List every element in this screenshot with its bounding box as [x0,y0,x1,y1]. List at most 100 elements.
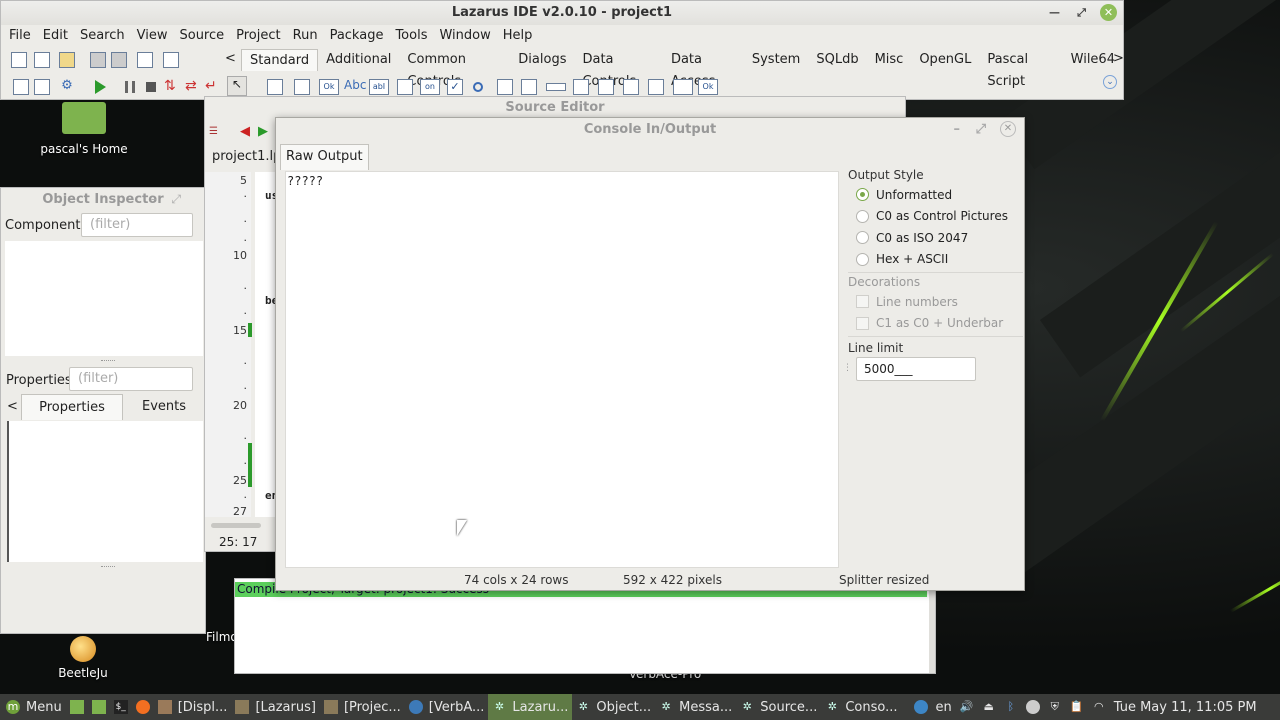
toggle-view-icon[interactable] [34,79,50,95]
editor-menu-icon[interactable]: ☰ [209,126,218,137]
menu-run[interactable]: Run [287,25,324,47]
task-project-folder[interactable]: [Projec... [320,694,405,720]
tradiobutton-icon[interactable] [473,82,483,92]
save-all-icon[interactable] [111,52,127,68]
radio-c0-iso-2047[interactable]: C0 as ISO 2047 [848,227,1023,249]
launcher-firefox[interactable] [132,694,154,720]
desktop-icon-home[interactable]: pascal's Home [40,102,128,162]
build-icon[interactable]: ⚙ [59,79,75,95]
tray-vpn[interactable] [1022,694,1044,720]
tab-events[interactable]: Events [125,394,203,420]
tab-pascal-script[interactable]: Pascal Script [979,49,1062,89]
tab-sqldb[interactable]: SQLdb [808,49,866,71]
tpanel-icon[interactable] [648,79,664,95]
tedit-icon[interactable]: abI [369,79,389,95]
tabs-scroll-left-icon[interactable]: < [7,399,18,414]
palette-scroll-left-icon[interactable]: < [225,51,236,66]
task-lazarus-folder[interactable]: [Lazarus] [231,694,320,720]
save-icon[interactable] [90,52,106,68]
checkbox-line-numbers[interactable]: Line numbers [848,291,1023,313]
desktop-icon-beetleju[interactable]: BeetleJu [50,636,116,680]
new-form-icon[interactable] [34,52,50,68]
tab-dialogs[interactable]: Dialogs [510,49,574,71]
code-area[interactable]: us be en [255,172,278,517]
menu-help[interactable]: Help [497,25,539,47]
menu-tools[interactable]: Tools [389,25,433,47]
selection-tool-icon[interactable]: ↖ [227,76,247,96]
maximize-button[interactable]: ⤢ [1073,4,1090,21]
close-button[interactable]: ✕ [1100,4,1117,21]
tpopupmenu-icon[interactable] [294,79,310,95]
console-output-area[interactable]: ????? [285,171,839,568]
run-icon[interactable] [95,80,106,94]
step-out-icon[interactable]: ↵ [205,78,217,94]
menu-window[interactable]: Window [433,25,496,47]
radio-unformatted[interactable]: Unformatted [848,184,1023,206]
splitter-handle[interactable] [101,360,115,362]
tab-data-access[interactable]: Data Access [663,49,744,89]
maximize-button[interactable]: ⤢ [976,118,986,142]
tab-properties[interactable]: Properties [21,394,123,420]
open-icon[interactable] [59,52,75,68]
view-units-icon[interactable] [163,52,179,68]
tray-chrome[interactable] [910,694,932,720]
tlabel-icon[interactable]: Abc [344,78,366,92]
menu-edit[interactable]: Edit [37,25,74,47]
menu-search[interactable]: Search [74,25,131,47]
forward-arrow-icon[interactable]: ▶ [258,124,268,139]
close-button[interactable]: ✕ [1000,121,1016,137]
tcheckbox-icon[interactable]: ✓ [447,79,463,95]
tray-volume[interactable]: 🔊 [956,694,978,720]
tcombobox-icon[interactable] [521,79,537,95]
tray-clock[interactable]: Tue May 11, 11:05 PM [1110,694,1263,720]
tmainmenu-icon[interactable] [267,79,283,95]
back-arrow-icon[interactable]: ◀ [240,124,250,139]
step-over-icon[interactable]: ⇄ [185,78,197,94]
tlistbox-icon[interactable] [497,79,513,95]
task-lazarus-ide[interactable]: ✲ Lazaru... [488,694,573,720]
show-desktop-button[interactable] [66,694,88,720]
task-display[interactable]: [Displ... [154,694,232,720]
line-limit-input[interactable]: 5000___ [856,357,976,381]
maximize-button[interactable]: ⤢ [171,192,181,207]
tray-update-shield[interactable]: ⛨ [1044,694,1066,720]
menu-package[interactable]: Package [324,25,390,47]
tscrollbar-icon[interactable] [546,83,566,91]
tray-bluetooth[interactable]: ᛒ [1000,694,1022,720]
tframe-icon[interactable] [673,79,693,95]
tmemo-icon[interactable] [397,79,413,95]
component-tree[interactable] [5,241,203,356]
minimize-button[interactable]: – [954,118,961,142]
menu-file[interactable]: File [3,25,37,47]
tab-opengl[interactable]: OpenGL [911,49,979,71]
tcheckgroup-icon[interactable] [623,79,639,95]
start-menu-button[interactable]: m Menu [0,694,66,720]
tab-system[interactable]: System [744,49,808,71]
components-filter-input[interactable]: (filter) [81,213,193,237]
toggle-form-icon[interactable] [137,52,153,68]
tray-keyboard-layout[interactable]: en [932,694,956,720]
task-source-editor[interactable]: ✲ Source... [736,694,821,720]
launcher-files[interactable] [88,694,110,720]
radio-c0-control-pictures[interactable]: C0 as Control Pictures [848,206,1023,228]
radio-hex-ascii[interactable]: Hex + ASCII [848,249,1023,271]
pause-icon[interactable] [125,81,135,93]
stop-icon[interactable] [146,82,156,92]
tab-raw-output[interactable]: Raw Output [280,144,369,170]
checkbox-c1-as-c0[interactable]: C1 as C0 + Underbar [848,313,1023,335]
messages-vscrollbar[interactable] [929,579,935,673]
view-forms-icon[interactable] [13,79,29,95]
tab-misc[interactable]: Misc [867,49,912,71]
menu-project[interactable]: Project [230,25,286,47]
menu-source[interactable]: Source [173,25,230,47]
step-into-icon[interactable]: ⇅ [164,78,176,94]
palette-scroll-right-icon[interactable]: > [1113,51,1124,66]
minimize-button[interactable]: — [1046,4,1063,21]
tray-removable[interactable]: ⏏ [978,694,1000,720]
tab-additional[interactable]: Additional [318,49,399,71]
new-unit-icon[interactable] [11,52,27,68]
task-verbace[interactable]: [VerbA... [405,694,489,720]
file-tab[interactable]: project1.lpr [212,149,278,164]
tradiogroup-icon[interactable] [598,79,614,95]
tray-network[interactable]: ◠ [1088,694,1110,720]
